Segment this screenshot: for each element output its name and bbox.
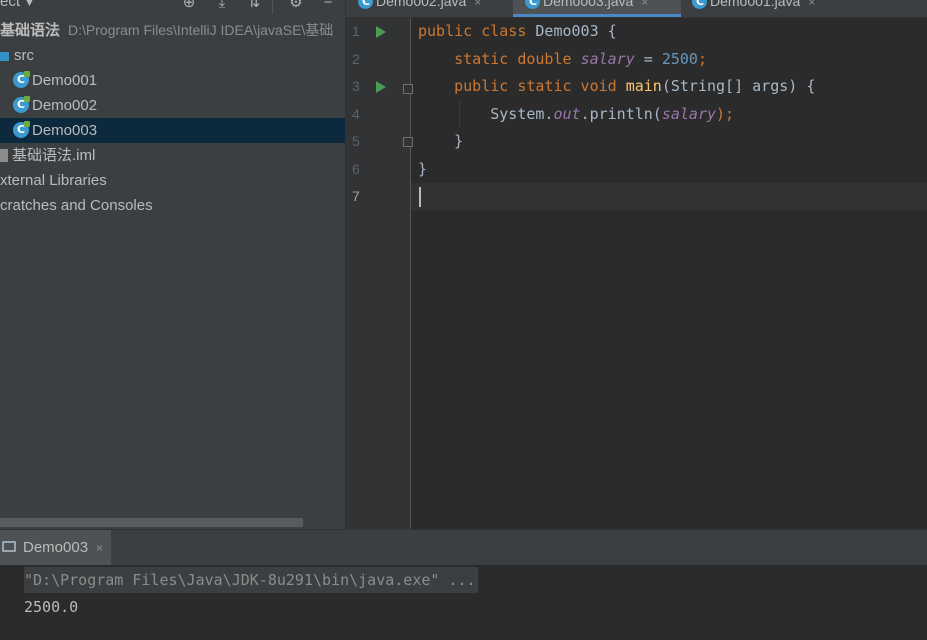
code-token: public class — [418, 22, 536, 40]
project-toolbar: ect ▼ ⊕ ⤓ ⇅ ⚙ − — [0, 0, 345, 17]
expand-all-icon[interactable]: ⇅ — [245, 0, 263, 12]
code-token: ; — [697, 50, 707, 68]
editor-tab-bar: C Demo002.java × C Demo003.java × C Demo001.j… — [346, 0, 927, 18]
tree-item-iml[interactable]: 基础语法.iml — [0, 143, 345, 168]
code-token: System. — [418, 105, 554, 123]
module-path: D:\Program Files\IntelliJ IDEA\javaSE\基础 — [68, 22, 334, 38]
tree-item-demo003[interactable]: C Demo003 — [0, 118, 345, 143]
code-token: public static void — [454, 77, 626, 95]
tab-label: Demo003.java — [543, 0, 634, 9]
text-caret — [419, 187, 421, 207]
project-view-selector[interactable]: ect ▼ — [0, 0, 35, 10]
code-token: out — [553, 105, 581, 123]
module-file-icon — [0, 148, 8, 162]
external-libraries-label: xternal Libraries — [0, 172, 107, 189]
java-class-icon: C — [13, 120, 30, 138]
tree-item-demo001[interactable]: C Demo001 — [0, 68, 345, 93]
code-token: Demo003 { — [535, 22, 617, 40]
code-token: } — [418, 132, 464, 150]
tab-demo003[interactable]: C Demo003.java × — [513, 0, 681, 17]
tab-label: Demo001.java — [710, 0, 801, 9]
line-number: 7 — [352, 188, 360, 204]
chevron-down-icon[interactable]: ▼ — [24, 0, 35, 9]
code-token: 2500 — [661, 50, 698, 68]
console-icon — [2, 541, 16, 553]
code-token: main — [625, 77, 662, 95]
line-number: 2 — [352, 51, 360, 67]
folder-icon — [0, 51, 9, 61]
run-tab-demo003[interactable]: Demo003 × — [0, 530, 112, 565]
run-main-icon[interactable] — [376, 81, 386, 93]
module-name: 基础语法 — [0, 22, 61, 39]
select-opened-file-icon[interactable]: ⊕ — [180, 0, 198, 12]
code-line[interactable]: public class Demo003 { — [418, 18, 617, 45]
code-token: (String[] args) { — [661, 77, 816, 95]
code-line[interactable]: public static void main(String[] args) { — [418, 73, 815, 100]
run-tab-label: Demo003 — [23, 539, 89, 556]
tab-label: Demo002.java — [376, 0, 467, 9]
line-number: 5 — [352, 133, 360, 149]
code-editor[interactable]: public class Demo003 { static double sal… — [411, 18, 927, 529]
tree-item-demo002[interactable]: C Demo002 — [0, 93, 345, 118]
line-number: 1 — [352, 23, 360, 39]
close-icon[interactable]: × — [474, 0, 481, 9]
code-token: salary — [580, 50, 635, 68]
console-output-line: 2500.0 — [24, 598, 79, 616]
toolbar-divider — [272, 0, 273, 14]
editor-gutter[interactable]: 1 2 3 4 5 6 7 — [346, 18, 413, 529]
collapse-all-icon[interactable]: ⤓ — [213, 0, 231, 12]
code-token: salary — [661, 105, 717, 123]
tree-item-src[interactable]: src — [0, 43, 345, 68]
code-line[interactable]: System.out.println(salary); — [418, 101, 734, 128]
hide-panel-icon[interactable]: − — [319, 0, 337, 12]
class-label: Demo001 — [32, 72, 98, 89]
java-class-icon: C — [13, 70, 30, 88]
line-number: 4 — [352, 106, 360, 122]
close-icon[interactable]: × — [96, 541, 103, 555]
scratches-label: cratches and Consoles — [0, 197, 153, 214]
tab-demo001[interactable]: C Demo001.java × — [682, 0, 848, 17]
tab-demo002[interactable]: C Demo002.java × — [346, 0, 512, 17]
code-token: ); — [716, 105, 735, 123]
code-line[interactable]: } — [418, 128, 463, 155]
run-class-icon[interactable] — [376, 26, 386, 38]
java-class-icon: C — [525, 0, 540, 9]
code-token: = — [634, 50, 662, 68]
class-label: Demo003 — [32, 122, 98, 139]
console-command-line[interactable]: "D:\Program Files\Java\JDK-8u291\bin\jav… — [24, 567, 478, 593]
project-view-title: ect — [0, 0, 21, 10]
tree-item-module[interactable]: 基础语法 D:\Program Files\IntelliJ IDEA\javaS… — [0, 18, 345, 43]
class-label: Demo002 — [32, 97, 98, 114]
project-panel: ect ▼ ⊕ ⤓ ⇅ ⚙ − 基础语法 D:\Program Files\Inte… — [0, 0, 345, 529]
code-token: static double — [454, 50, 581, 68]
java-class-icon: C — [358, 0, 373, 9]
code-line[interactable]: static double salary = 2500; — [418, 46, 707, 73]
tree-item-external-libraries[interactable]: xternal Libraries — [0, 168, 345, 193]
run-panel: Demo003 × "D:\Program Files\Java\JDK-8u29… — [0, 529, 927, 640]
run-tool-header: Demo003 × — [0, 530, 927, 565]
horizontal-scrollbar[interactable] — [0, 518, 303, 527]
code-token: } — [418, 160, 428, 178]
close-icon[interactable]: × — [641, 0, 648, 9]
line-number: 6 — [352, 161, 360, 177]
editor-panel: C Demo002.java × C Demo003.java × C Demo001.j… — [345, 0, 927, 529]
tree-item-scratches[interactable]: cratches and Consoles — [0, 193, 345, 218]
src-label: src — [14, 47, 34, 64]
java-class-icon: C — [692, 0, 707, 9]
iml-label: 基础语法.iml — [12, 147, 96, 164]
code-line[interactable]: } — [418, 156, 427, 183]
code-token: .println( — [580, 105, 662, 123]
line-number: 3 — [352, 78, 360, 94]
current-line-highlight — [411, 183, 927, 210]
java-class-icon: C — [13, 95, 30, 113]
close-icon[interactable]: × — [808, 0, 815, 9]
gear-icon[interactable]: ⚙ — [287, 0, 305, 12]
